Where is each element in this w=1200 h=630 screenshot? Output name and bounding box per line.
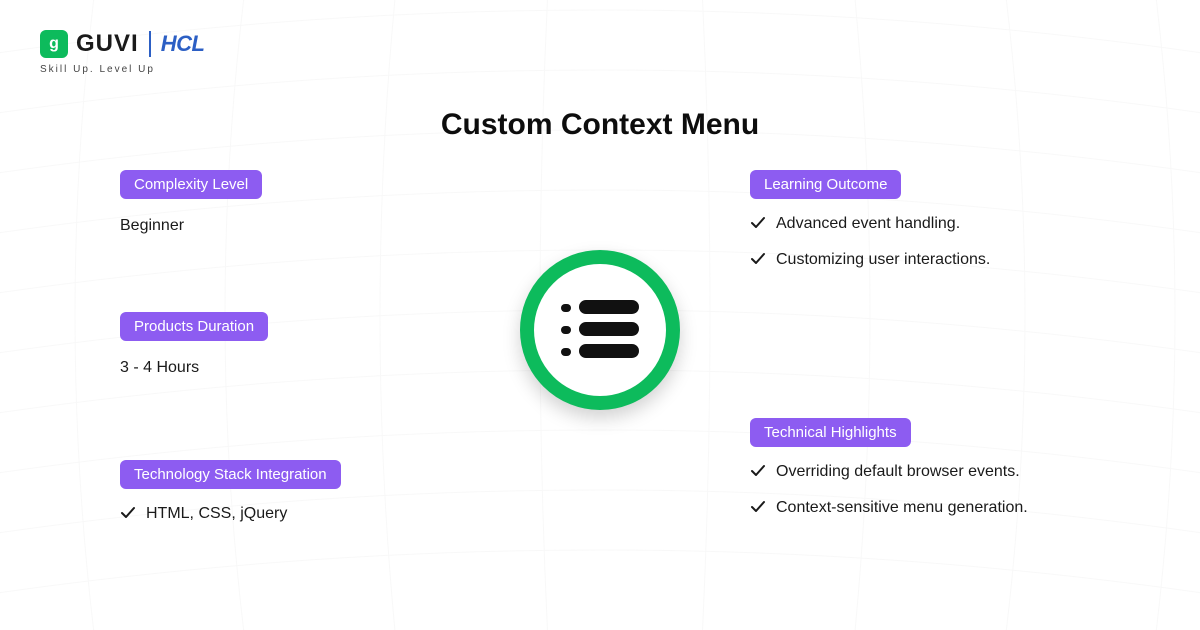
highlights-list: Overriding default browser events. Conte…	[750, 461, 1130, 518]
guvi-logo: g GUVI	[40, 30, 139, 58]
list-item: Overriding default browser events.	[750, 461, 1130, 483]
list-item-text: Customizing user interactions.	[776, 249, 990, 271]
guvi-icon: g	[40, 30, 68, 58]
brand-header: g GUVI HCL	[40, 30, 204, 58]
badge-duration: Products Duration	[120, 312, 268, 341]
section-highlights: Technical Highlights Overriding default …	[750, 418, 1130, 532]
badge-highlights: Technical Highlights	[750, 418, 911, 447]
section-duration: Products Duration 3 - 4 Hours	[120, 312, 500, 377]
check-icon	[120, 505, 136, 521]
list-item-text: Overriding default browser events.	[776, 461, 1020, 483]
list-item: Context-sensitive menu generation.	[750, 497, 1130, 519]
guvi-name: GUVI	[76, 30, 139, 58]
check-icon	[750, 215, 766, 231]
complexity-value: Beginner	[120, 217, 500, 235]
badge-learning: Learning Outcome	[750, 170, 901, 199]
tech-list: HTML, CSS, jQuery	[120, 503, 500, 525]
list-item: Customizing user interactions.	[750, 249, 1130, 271]
check-icon	[750, 499, 766, 515]
hcl-logo: HCL	[161, 31, 205, 57]
list-item-text: Advanced event handling.	[776, 213, 960, 235]
section-tech: Technology Stack Integration HTML, CSS, …	[120, 460, 500, 539]
learning-list: Advanced event handling. Customizing use…	[750, 213, 1130, 270]
page-title: Custom Context Menu	[0, 108, 1200, 142]
list-item-text: Context-sensitive menu generation.	[776, 497, 1028, 519]
center-list-icon	[520, 250, 680, 410]
check-icon	[750, 463, 766, 479]
check-icon	[750, 251, 766, 267]
list-item: HTML, CSS, jQuery	[120, 503, 500, 525]
badge-tech: Technology Stack Integration	[120, 460, 341, 489]
list-item-text: HTML, CSS, jQuery	[146, 503, 287, 525]
logo-divider	[149, 31, 151, 57]
brand-tagline: Skill Up. Level Up	[40, 64, 155, 75]
list-item: Advanced event handling.	[750, 213, 1130, 235]
duration-value: 3 - 4 Hours	[120, 359, 500, 377]
section-learning: Learning Outcome Advanced event handling…	[750, 170, 1130, 284]
section-complexity: Complexity Level Beginner	[120, 170, 500, 235]
badge-complexity: Complexity Level	[120, 170, 262, 199]
menu-list-icon	[561, 300, 639, 360]
